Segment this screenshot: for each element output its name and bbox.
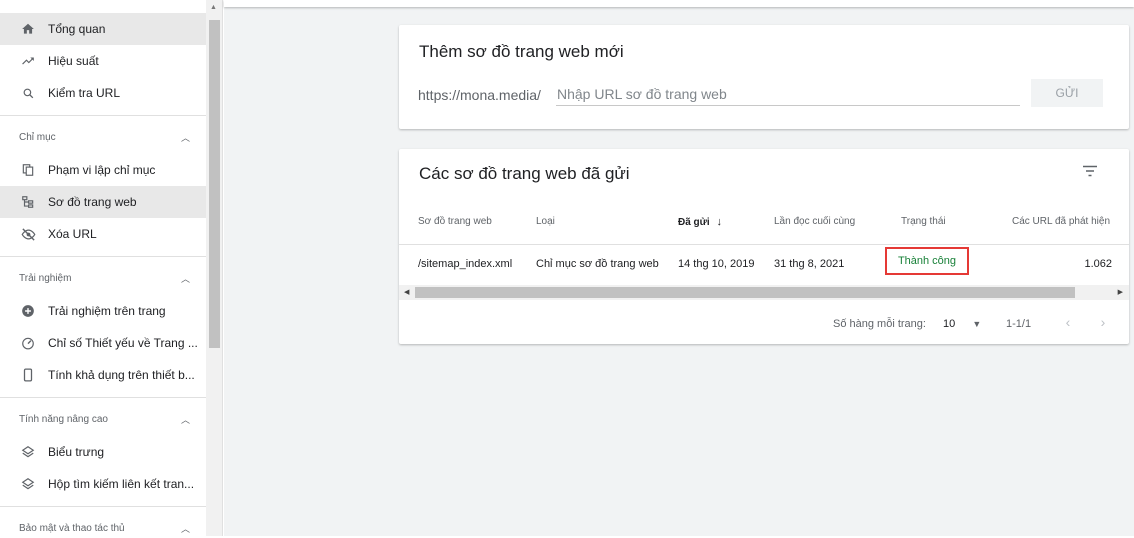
sidebar-divider: [0, 397, 206, 398]
sidebar-item-sitelinks-searchbox[interactable]: Hộp tìm kiếm liên kết tran...: [0, 468, 206, 500]
horizontal-scrollbar[interactable]: ◀ ▶: [399, 285, 1129, 300]
layers-icon: [20, 476, 36, 492]
card-title: Các sơ đồ trang web đã gửi: [419, 164, 630, 183]
visibility-off-icon: [20, 226, 36, 242]
add-sitemap-card: Thêm sơ đồ trang web mới https://mona.me…: [399, 25, 1129, 129]
section-title: Bảo mật và thao tác thủ: [19, 522, 125, 534]
sidebar-item-performance[interactable]: Hiệu suất: [0, 45, 206, 77]
scrollbar-thumb[interactable]: [415, 287, 1075, 298]
section-header-index[interactable]: Chỉ mục ︿: [0, 127, 206, 147]
sidebar-item-mobile-usability[interactable]: Tính khả dụng trên thiết b...: [0, 359, 206, 391]
section-title: Chỉ mục: [19, 131, 56, 143]
sidebar-item-label: Hộp tìm kiếm liên kết tran...: [48, 477, 195, 491]
url-prefix: https://mona.media/: [418, 87, 541, 103]
sidebar-item-url-inspection[interactable]: Kiểm tra URL: [0, 77, 206, 109]
sidebar: Tổng quan Hiệu suất Kiểm tra URL Chỉ mục…: [0, 0, 206, 536]
sidebar-item-label: Biểu trưng: [48, 445, 105, 459]
rows-per-page-value: 10: [943, 318, 956, 330]
pagination-range: 1-1/1: [1006, 318, 1032, 330]
sidebar-item-label: Hiệu suất: [48, 54, 99, 68]
sidebar-scrollbar[interactable]: ▲: [206, 0, 223, 536]
sidebar-item-label: Chỉ số Thiết yếu về Trang ...: [48, 336, 198, 350]
chevron-up-icon: ︿: [180, 414, 190, 425]
cell-last-read: 31 thg 8, 2021: [774, 258, 845, 270]
sort-arrow-icon: ↓: [716, 216, 722, 228]
sidebar-divider: [0, 115, 206, 116]
sidebar-item-label: Xóa URL: [48, 227, 97, 241]
sidebar-item-label: Tính khả dụng trên thiết b...: [48, 368, 195, 382]
rows-per-page-select[interactable]: 10 ▼: [943, 318, 981, 330]
section-header-experience[interactable]: Trải nghiệm ︿: [0, 268, 206, 288]
top-app-bar-edge: [224, 0, 1134, 7]
rows-per-page-label: Số hàng mỗi trang:: [833, 318, 926, 330]
status-badge: Thành công: [885, 247, 969, 275]
scroll-up-arrow-icon[interactable]: ▲: [210, 4, 217, 11]
dropdown-arrow-icon: ▼: [972, 319, 982, 329]
layers-icon: [20, 444, 36, 460]
sidebar-item-core-web-vitals[interactable]: Chỉ số Thiết yếu về Trang ...: [0, 327, 206, 359]
column-header-last-read[interactable]: Lần đọc cuối cùng: [774, 216, 855, 227]
home-icon: [20, 21, 36, 37]
scroll-left-arrow-icon[interactable]: ◀: [404, 288, 409, 296]
sidebar-item-logos[interactable]: Biểu trưng: [0, 436, 206, 468]
section-header-security[interactable]: Bảo mật và thao tác thủ ︿: [0, 518, 206, 538]
sidebar-item-removals[interactable]: Xóa URL: [0, 218, 206, 250]
sitemap-url-input[interactable]: [556, 83, 1020, 106]
sidebar-item-label: Phạm vi lập chỉ mục: [48, 163, 156, 177]
sidebar-divider: [0, 256, 206, 257]
sitemap-icon: [20, 194, 36, 210]
next-page-icon[interactable]: ›: [1095, 314, 1111, 332]
chevron-up-icon: ︿: [180, 523, 190, 534]
sidebar-item-label: Sơ đồ trang web: [48, 195, 137, 209]
add-circle-icon: [20, 303, 36, 319]
smartphone-icon: [20, 367, 36, 383]
sidebar-divider: [0, 506, 206, 507]
sidebar-item-label: Kiểm tra URL: [48, 86, 121, 100]
speed-gauge-icon: [20, 335, 36, 351]
sidebar-item-label: Trải nghiệm trên trang: [48, 304, 166, 318]
column-header-status[interactable]: Trạng thái: [901, 216, 946, 227]
scrollbar-thumb[interactable]: [209, 20, 220, 348]
table-divider: [399, 244, 1129, 245]
section-title: Trải nghiệm: [19, 272, 72, 284]
sidebar-item-page-experience[interactable]: Trải nghiệm trên trang: [0, 295, 206, 327]
submitted-sitemaps-card: Các sơ đồ trang web đã gửi Sơ đồ trang w…: [399, 149, 1129, 344]
trending-up-icon: [20, 53, 36, 69]
section-header-enhancements[interactable]: Tính năng nâng cao ︿: [0, 409, 206, 429]
chevron-up-icon: ︿: [180, 273, 190, 284]
section-title: Tính năng nâng cao: [19, 413, 108, 425]
column-header-type[interactable]: Loại: [536, 216, 555, 227]
cell-submitted: 14 thg 10, 2019: [678, 258, 755, 270]
cell-discovered-urls: 1.062: [1084, 258, 1112, 270]
sidebar-item-label: Tổng quan: [48, 22, 106, 36]
filter-icon[interactable]: [1082, 164, 1100, 178]
column-header-discovered-urls[interactable]: Các URL đã phát hiện: [1012, 216, 1110, 227]
column-header-submitted[interactable]: Đã gửi ↓: [678, 216, 722, 228]
copy-pages-icon: [20, 162, 36, 178]
scroll-right-arrow-icon[interactable]: ▶: [1118, 288, 1123, 296]
column-header-label: Đã gửi: [678, 217, 710, 228]
previous-page-icon[interactable]: ‹: [1060, 314, 1076, 332]
card-title: Thêm sơ đồ trang web mới: [419, 42, 624, 61]
column-header-sitemap[interactable]: Sơ đồ trang web: [418, 216, 492, 227]
sidebar-item-sitemaps[interactable]: Sơ đồ trang web: [0, 186, 206, 218]
cell-sitemap: /sitemap_index.xml: [418, 258, 513, 270]
sidebar-item-overview[interactable]: Tổng quan: [0, 13, 206, 45]
cell-type: Chỉ mục sơ đồ trang web: [536, 258, 659, 270]
search-icon: [20, 85, 36, 101]
sidebar-item-index-coverage[interactable]: Phạm vi lập chỉ mục: [0, 154, 206, 186]
chevron-up-icon: ︿: [180, 132, 190, 143]
submit-button[interactable]: GỬI: [1031, 79, 1103, 107]
